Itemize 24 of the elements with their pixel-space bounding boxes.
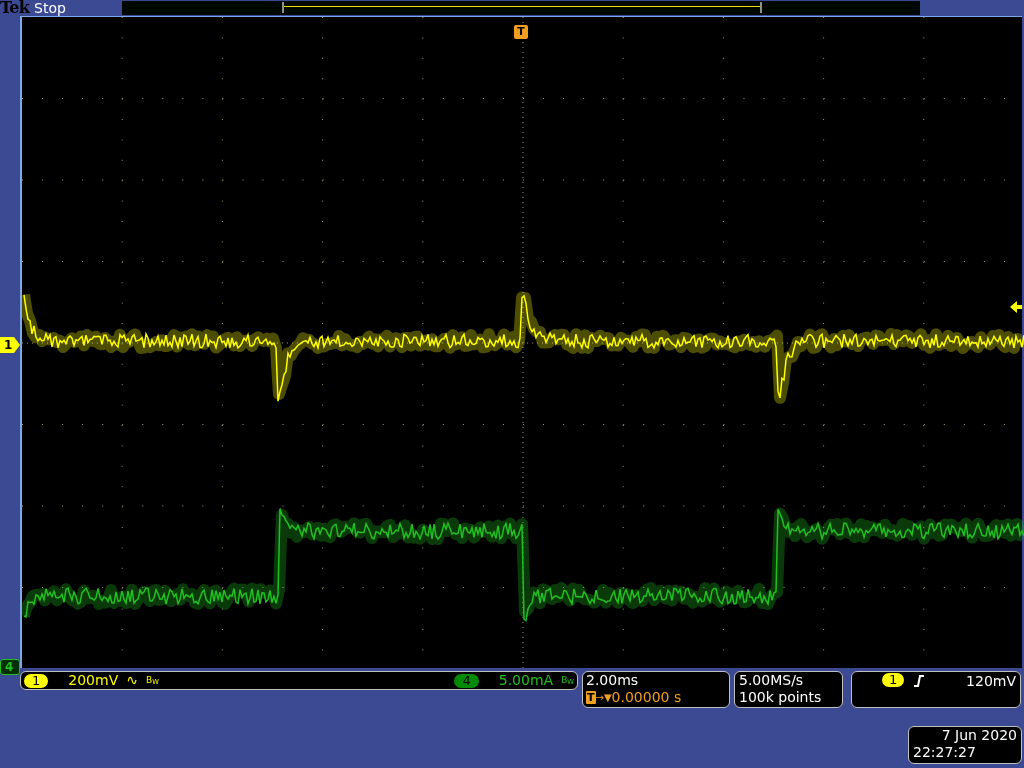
horizontal-scale: 2.00ms: [586, 672, 640, 689]
time-label: 22:27:27: [913, 744, 977, 761]
coupling-mark: ∿: [126, 671, 138, 690]
brand-label: Tek: [0, 0, 31, 16]
record-length: 100k points: [739, 689, 823, 706]
trigger-level-icon: [1010, 301, 1022, 313]
channel-badge[interactable]: 1: [24, 673, 49, 688]
trigger-level: 120mV: [966, 673, 1016, 690]
channel-scale: 5.00mA: [498, 671, 554, 690]
channel-marker: 4: [0, 659, 20, 675]
date-label: 7 Jun 2020: [940, 727, 1017, 744]
trigger-position-marker: T: [514, 25, 528, 39]
trigger-badge: T: [586, 691, 596, 704]
channel-badge[interactable]: 4: [454, 673, 479, 688]
channel-scale: 200mV: [68, 671, 119, 690]
horizontal-position: 0.00000 s: [611, 689, 682, 706]
acquisition-status: Stop: [34, 1, 67, 15]
channel-marker: 1: [0, 337, 20, 353]
sample-rate: 5.00MS/s: [739, 672, 805, 689]
position-arrows: →▼: [595, 691, 612, 705]
rising-edge-icon: [914, 675, 925, 687]
trigger-source-badge: 1: [882, 673, 905, 687]
bandwidth-limit-mark: B$_{W}$: [561, 673, 574, 688]
bandwidth-limit-mark: B$_{W}$: [145, 673, 159, 688]
